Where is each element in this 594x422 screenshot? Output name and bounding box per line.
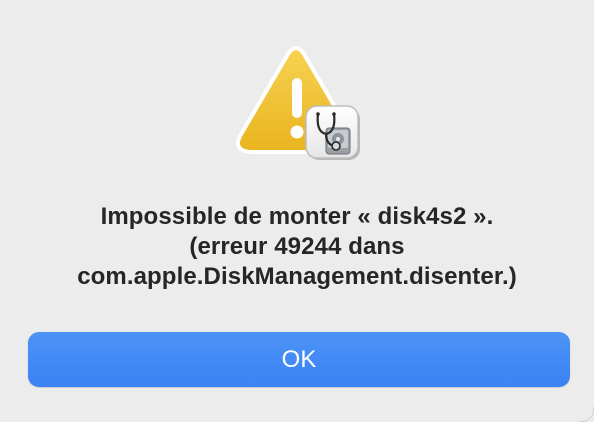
alert-message-line-1: Impossible de monter « disk4s2 ». bbox=[100, 203, 494, 230]
warning-icon bbox=[232, 40, 368, 168]
disk-utility-badge bbox=[305, 105, 360, 160]
alert-dialog: Impossible de monter « disk4s2 ». (erreu… bbox=[0, 0, 594, 422]
ok-button[interactable]: OK bbox=[28, 332, 570, 387]
warning-triangle-icon bbox=[236, 46, 360, 160]
alert-message-line-2: (erreur 49244 dans bbox=[189, 233, 405, 260]
alert-message-line-3: com.apple.DiskManagement.disenter.) bbox=[77, 263, 517, 290]
alert-message: Impossible de monter « disk4s2 ». (erreu… bbox=[20, 202, 574, 292]
